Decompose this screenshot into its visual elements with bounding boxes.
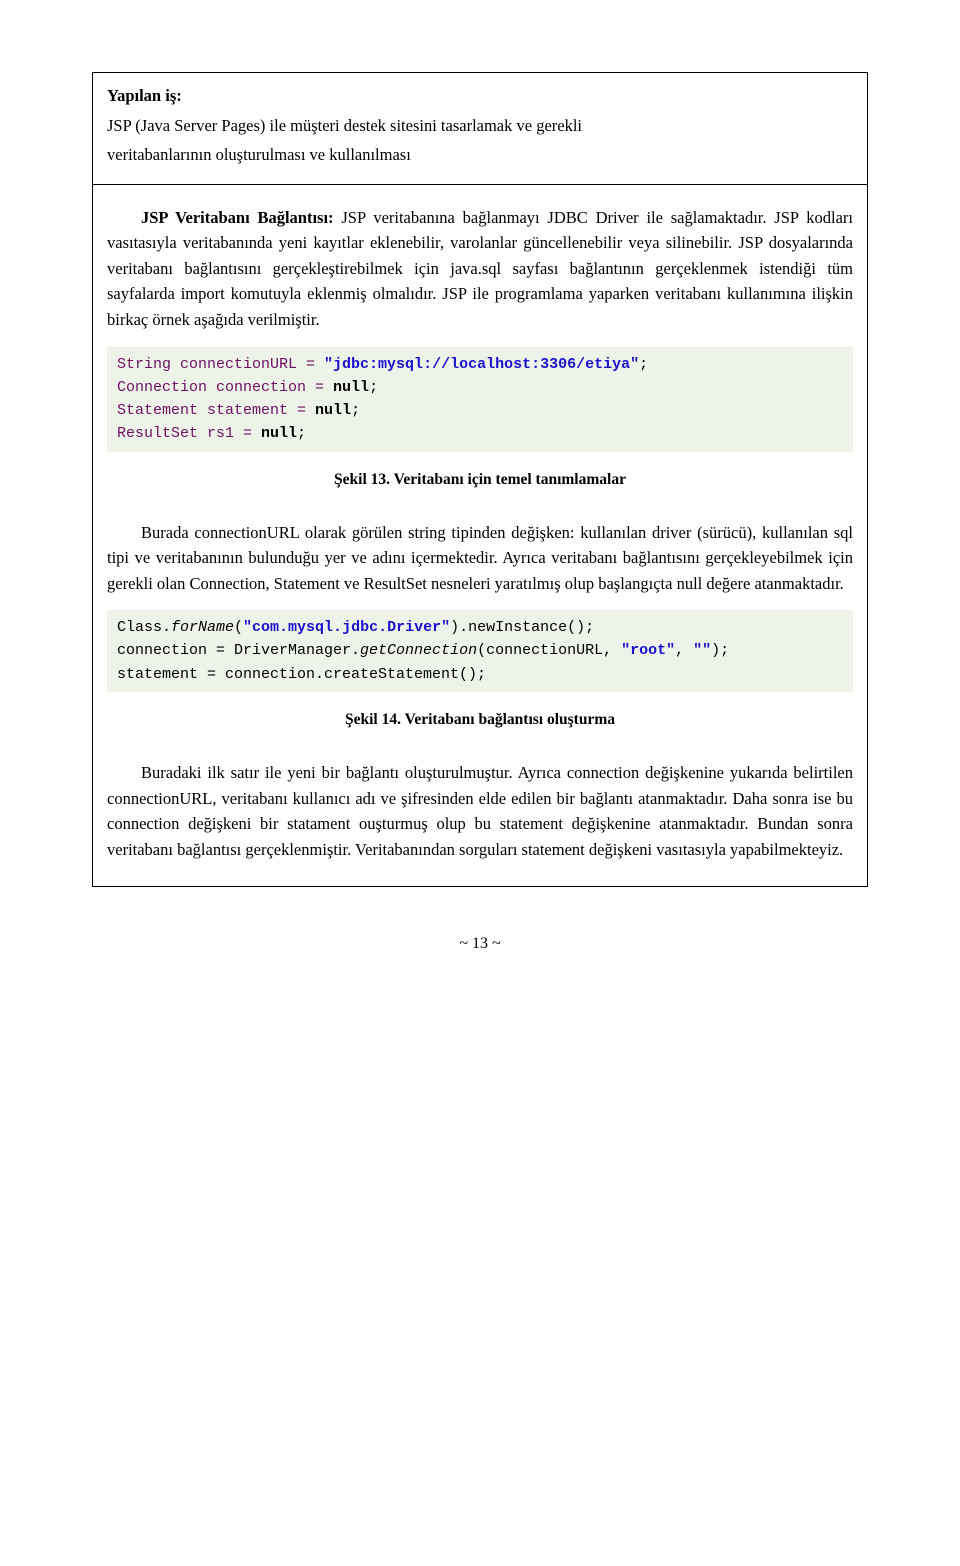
- task-line-1: JSP (Java Server Pages) ile müşteri dest…: [107, 113, 853, 139]
- code-line: Class.forName("com.mysql.jdbc.Driver").n…: [117, 616, 843, 639]
- code-line: statement = connection.createStatement()…: [117, 663, 843, 686]
- paragraph-1: JSP Veritabanı Bağlantısı: JSP veritaban…: [107, 205, 853, 333]
- code-line: Connection connection = null;: [117, 376, 843, 399]
- page-number-value: 13: [472, 935, 488, 952]
- code-token: statement = connection.createStatement()…: [117, 666, 486, 683]
- code-line: Statement statement = null;: [117, 399, 843, 422]
- code-token: ;: [639, 356, 648, 373]
- code-token: "com.mysql.jdbc.Driver": [243, 619, 450, 636]
- task-box: Yapılan iş: JSP (Java Server Pages) ile …: [92, 72, 868, 185]
- code-token: null: [261, 425, 297, 442]
- para1-prefix: JSP Veritabanı Bağlantısı:: [141, 208, 341, 227]
- tilde-icon: ~: [488, 935, 505, 952]
- content-frame: Yapılan iş: JSP (Java Server Pages) ile …: [92, 72, 868, 887]
- page: Yapılan iş: JSP (Java Server Pages) ile …: [0, 0, 960, 1566]
- code-token: (: [234, 619, 243, 636]
- paragraph-3: Buradaki ilk satır ile yeni bir bağlantı…: [107, 760, 853, 862]
- code-token: String connectionURL =: [117, 356, 324, 373]
- tilde-icon: ~: [455, 935, 472, 952]
- code-token: Connection connection =: [117, 379, 333, 396]
- code-token: "jdbc:mysql://localhost:3306/etiya": [324, 356, 639, 373]
- code-block-1: String connectionURL = "jdbc:mysql://loc…: [107, 347, 853, 452]
- code-token: Statement statement =: [117, 402, 315, 419]
- body-area: JSP Veritabanı Bağlantısı: JSP veritaban…: [93, 199, 867, 887]
- code-token: null: [315, 402, 351, 419]
- figure-caption-13: Şekil 13. Veritabanı için temel tanımlam…: [107, 468, 853, 492]
- code-token: connection = DriverManager.: [117, 642, 360, 659]
- task-heading: Yapılan iş:: [107, 83, 853, 109]
- task-line-2: veritabanlarının oluşturulması ve kullan…: [107, 142, 853, 168]
- code-token: getConnection: [360, 642, 477, 659]
- code-token: ;: [297, 425, 306, 442]
- code-token: ;: [369, 379, 378, 396]
- code-token: ;: [351, 402, 360, 419]
- code-token: Class.: [117, 619, 171, 636]
- code-token: "root": [621, 642, 675, 659]
- code-token: forName: [171, 619, 234, 636]
- code-token: "": [693, 642, 711, 659]
- code-line: ResultSet rs1 = null;: [117, 422, 843, 445]
- code-block-2: Class.forName("com.mysql.jdbc.Driver").n…: [107, 610, 853, 692]
- page-number: ~13~: [92, 935, 868, 953]
- code-token: ResultSet rs1 =: [117, 425, 261, 442]
- code-token: ).newInstance();: [450, 619, 594, 636]
- code-line: String connectionURL = "jdbc:mysql://loc…: [117, 353, 843, 376]
- code-token: (connectionURL,: [477, 642, 621, 659]
- paragraph-2: Burada connectionURL olarak görülen stri…: [107, 520, 853, 597]
- code-token: null: [333, 379, 369, 396]
- code-token: ,: [675, 642, 693, 659]
- figure-caption-14: Şekil 14. Veritabanı bağlantısı oluşturm…: [107, 708, 853, 732]
- code-token: );: [711, 642, 729, 659]
- code-line: connection = DriverManager.getConnection…: [117, 639, 843, 662]
